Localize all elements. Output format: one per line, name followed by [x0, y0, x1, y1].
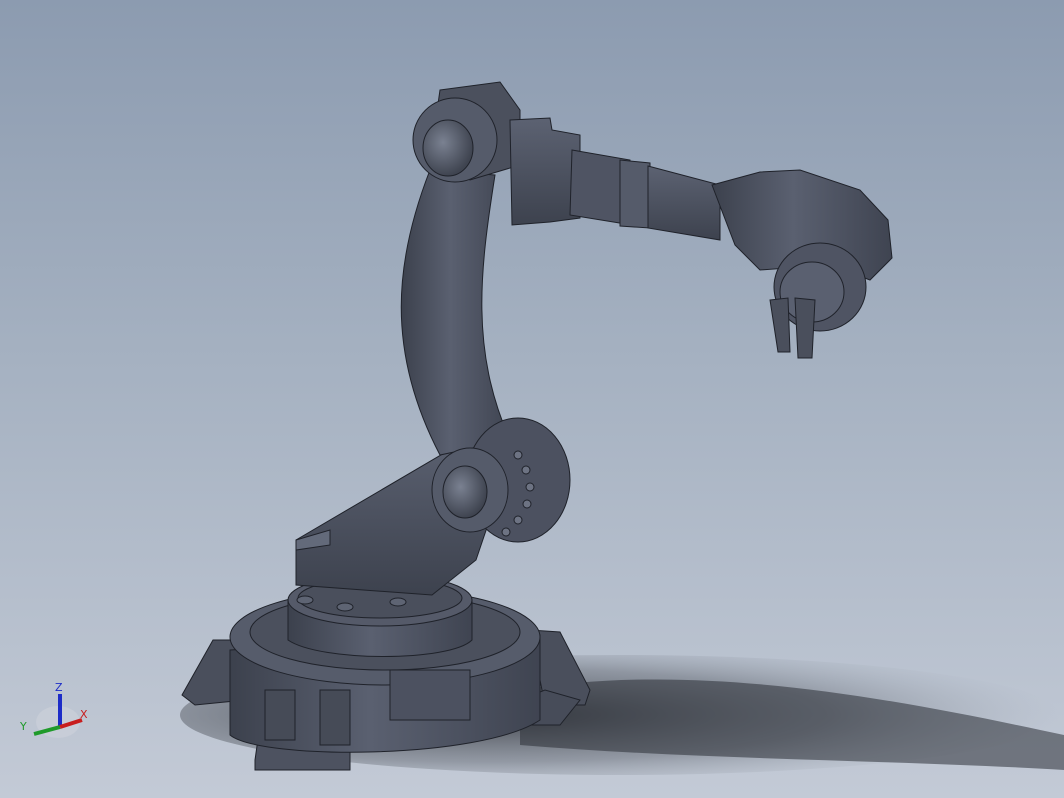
z-axis-label: Z — [55, 681, 63, 694]
cad-viewport[interactable]: Z Y X — [0, 0, 1064, 798]
upper-joint — [412, 81, 521, 183]
forearm — [509, 117, 721, 241]
upper-arm — [400, 169, 511, 456]
base-housing — [229, 573, 541, 753]
triad-indicator — [33, 694, 83, 738]
robot-arm-model[interactable] — [0, 0, 1064, 798]
y-axis-label: Y — [20, 720, 27, 733]
x-axis-label: X — [80, 708, 88, 721]
